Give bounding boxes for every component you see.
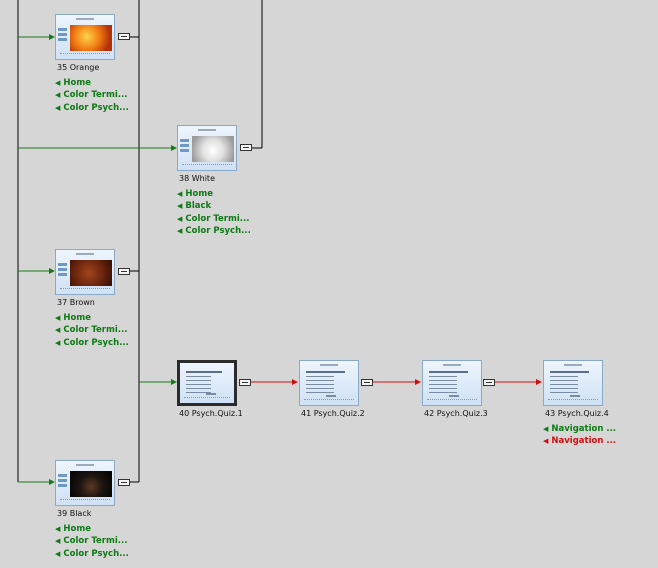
link-color-psychology[interactable]: ◀ Color Psych... [55, 548, 129, 560]
branch-connector-quiz2[interactable] [361, 379, 373, 386]
slide-caption: 41 Psych.Quiz.2 [301, 409, 365, 418]
slide-caption: 42 Psych.Quiz.3 [424, 409, 488, 418]
link-arrow-icon: ◀ [177, 214, 183, 223]
link-color-terminology[interactable]: ◀ Color Termi... [55, 324, 129, 336]
link-arrow-icon: ◀ [55, 338, 61, 347]
branch-connector-quiz3[interactable] [483, 379, 495, 386]
link-color-psychology[interactable]: ◀ Color Psych... [55, 337, 129, 349]
link-arrow-icon: ◀ [55, 103, 61, 112]
slide-thumbnail-orange[interactable] [55, 14, 115, 60]
slide-links: ◀ Home ◀ Color Termi... ◀ Color Psych... [55, 523, 129, 560]
branch-connector-orange[interactable] [118, 33, 130, 40]
slide-thumbnail-quiz1[interactable] [177, 360, 237, 406]
slide-links: ◀ Navigation ... ◀ Navigation ... [543, 423, 616, 448]
link-home[interactable]: ◀ Home [55, 77, 129, 89]
slide-thumbnail-brown[interactable] [55, 249, 115, 295]
link-arrow-icon: ◀ [55, 314, 61, 322]
link-arrow-icon: ◀ [55, 537, 61, 546]
slide-thumbnail-black[interactable] [55, 460, 115, 506]
link-arrow-icon: ◀ [55, 549, 61, 558]
slide-caption: 35 Orange [57, 63, 100, 72]
slide-caption: 37 Brown [57, 298, 95, 307]
link-arrow-icon: ◀ [543, 425, 549, 433]
slide-thumbnail-quiz4[interactable] [543, 360, 603, 406]
slide-thumbnail-quiz3[interactable] [422, 360, 482, 406]
link-color-terminology[interactable]: ◀ Color Termi... [177, 213, 251, 225]
slide-caption: 43 Psych.Quiz.4 [545, 409, 609, 418]
link-arrow-icon: ◀ [543, 437, 549, 446]
slide-caption: 40 Psych.Quiz.1 [179, 409, 243, 418]
link-arrow-icon: ◀ [177, 226, 183, 235]
slide-links: ◀ Home ◀ Black ◀ Color Termi... ◀ Color Psyc… [177, 188, 251, 237]
link-color-terminology[interactable]: ◀ Color Termi... [55, 89, 129, 101]
slide-links: ◀ Home ◀ Color Termi... ◀ Color Psych... [55, 77, 129, 114]
link-color-psychology[interactable]: ◀ Color Psych... [55, 102, 129, 114]
slide-caption: 39 Black [57, 509, 92, 518]
link-color-terminology[interactable]: ◀ Color Termi... [55, 535, 129, 547]
link-home[interactable]: ◀ Home [55, 523, 129, 535]
link-navigation[interactable]: ◀ Navigation ... [543, 423, 616, 435]
link-arrow-icon: ◀ [55, 525, 61, 533]
link-home[interactable]: ◀ Home [55, 312, 129, 324]
link-arrow-icon: ◀ [55, 79, 61, 87]
link-arrow-icon: ◀ [55, 326, 61, 335]
slide-thumbnail-white[interactable] [177, 125, 237, 171]
branch-connector-brown[interactable] [118, 268, 130, 275]
link-arrow-icon: ◀ [177, 202, 183, 211]
slide-thumbnail-quiz2[interactable] [299, 360, 359, 406]
link-home[interactable]: ◀ Home [177, 188, 251, 200]
branch-connector-quiz1[interactable] [239, 379, 251, 386]
link-arrow-icon: ◀ [177, 190, 183, 198]
link-black[interactable]: ◀ Black [177, 200, 251, 212]
link-color-psychology[interactable]: ◀ Color Psych... [177, 225, 251, 237]
slide-links: ◀ Home ◀ Color Termi... ◀ Color Psych... [55, 312, 129, 349]
link-arrow-icon: ◀ [55, 91, 61, 100]
slide-caption: 38 White [179, 174, 215, 183]
link-navigation-failure[interactable]: ◀ Navigation ... [543, 435, 616, 447]
branch-connector-black[interactable] [118, 479, 130, 486]
branch-connector-white[interactable] [240, 144, 252, 151]
